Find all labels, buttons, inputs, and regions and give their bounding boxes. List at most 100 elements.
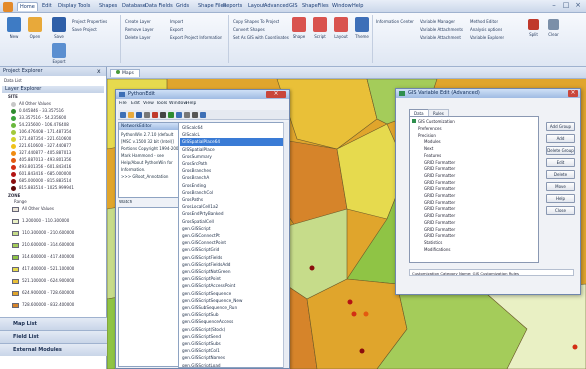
script-icon[interactable] — [313, 17, 327, 32]
shape-button-label[interactable]: Shape — [289, 34, 309, 39]
tree-item[interactable]: GRID Formatter — [424, 227, 534, 234]
create-layer-button[interactable]: Create Layer — [125, 19, 151, 24]
legend-item[interactable]: 54.235600 - 106.476408 — [19, 122, 105, 127]
variable-attachments-button[interactable]: Variable Attachments — [420, 27, 463, 32]
function-list-item[interactable]: gen.GISScriptLoad — [180, 362, 284, 367]
layout-button-label[interactable]: Layout — [331, 34, 351, 39]
variable-tree[interactable]: GIS Customization Preferences Precision Mo… — [409, 116, 539, 263]
convert-shapes-button[interactable]: Convert Shapes — [233, 27, 265, 32]
tree-item[interactable]: GRID Formatter — [424, 206, 534, 213]
menu-tab-shapes[interactable]: Shapes — [97, 2, 119, 11]
theme-button-label[interactable]: Theme — [352, 34, 372, 39]
legend-item[interactable]: All Other Values — [19, 101, 105, 106]
import-button[interactable]: Import — [170, 19, 183, 24]
editor-menu-view[interactable]: View — [143, 101, 154, 106]
toolbar-icon[interactable] — [144, 112, 150, 118]
script-button-label[interactable]: Script — [310, 34, 330, 39]
site-point[interactable] — [572, 344, 578, 350]
legend-item[interactable]: 685.000000 - 815.883514 — [19, 178, 105, 183]
menu-tab-gis[interactable]: GIS — [287, 2, 300, 11]
legend-item[interactable]: 521.100000 - 624.900000 — [22, 278, 105, 283]
export-icon[interactable] — [52, 43, 66, 58]
toolbar-icon[interactable] — [152, 112, 158, 118]
legend-item[interactable]: 314.600000 - 417.400000 — [22, 254, 105, 259]
menu-tab-tools[interactable]: Tools — [76, 2, 92, 11]
dialog-close-icon[interactable]: × — [568, 90, 578, 97]
clear-icon[interactable] — [548, 19, 559, 30]
tree-item[interactable]: Statistics — [424, 240, 534, 247]
export-button-label[interactable]: Export — [48, 59, 70, 64]
toolbar-icon[interactable] — [120, 112, 126, 118]
editor-menu-window[interactable]: Window — [169, 101, 187, 106]
menu-tab-help[interactable]: Help — [350, 2, 365, 11]
tree-item[interactable]: GRID Formatter — [424, 166, 534, 173]
variable-explorer-button[interactable]: Variable Explorer — [470, 35, 504, 40]
split-button-label[interactable]: Split — [525, 32, 542, 37]
tab-data[interactable]: Data — [409, 109, 429, 116]
dialog-button-add[interactable]: Add — [546, 134, 575, 143]
tree-item[interactable]: GRID Formatter — [424, 220, 534, 227]
site-point[interactable] — [309, 265, 315, 271]
save-icon[interactable] — [52, 17, 66, 32]
legend-item[interactable]: 0.045846 - 33.357516 — [19, 108, 105, 113]
app-logo-icon[interactable] — [3, 2, 13, 12]
tree-item[interactable]: GRID Formatter — [424, 186, 534, 193]
legend-item[interactable]: 210.600000 - 314.600000 — [22, 242, 105, 247]
tree-item[interactable]: GRID Formatter — [424, 233, 534, 240]
tree-item[interactable]: GRID Formatter — [424, 173, 534, 180]
toolbar-icon[interactable] — [128, 112, 134, 118]
legend-item[interactable]: 110.300000 - 210.600000 — [22, 230, 105, 235]
tree-item[interactable]: Modifications — [424, 247, 534, 254]
close-icon[interactable]: × — [572, 1, 584, 10]
legend-item[interactable]: 493.801356 - 601.843416 — [19, 164, 105, 169]
variable-attachment-button[interactable]: Variable Attachment — [420, 35, 461, 40]
site-point[interactable] — [347, 299, 353, 305]
export-button[interactable]: Export — [170, 27, 183, 32]
tree-item[interactable]: GRID Formatter — [424, 180, 534, 187]
legend-item[interactable]: 106.476408 - 171.487354 — [19, 129, 105, 134]
editor-close-icon[interactable]: × — [266, 91, 286, 98]
map-list-tab[interactable]: Map List — [0, 317, 107, 330]
tree-item[interactable]: GRID Formatter — [424, 200, 534, 207]
dialog-button-close[interactable]: Close — [546, 206, 575, 215]
editor-menu-file[interactable]: File — [119, 101, 127, 106]
theme-icon[interactable] — [355, 17, 369, 32]
external-modules-tab[interactable]: External Modules — [0, 343, 107, 356]
tree-item[interactable]: Preferences — [418, 126, 528, 133]
copy-shapes-button[interactable]: Copy Shapes To Project — [233, 19, 279, 24]
export-project-info-button[interactable]: Export Project Information — [170, 35, 222, 40]
editor-menu-edit[interactable]: Edit — [131, 101, 140, 106]
dialog-button-add-group[interactable]: Add Group — [546, 122, 575, 131]
menu-tab-edit[interactable]: Edit — [40, 2, 54, 11]
legend-item[interactable]: 624.900000 - 728.600000 — [22, 290, 105, 295]
menu-tab-grids[interactable]: Grids — [174, 2, 191, 11]
legend-item[interactable]: 728.600000 - 832.400000 — [22, 302, 105, 307]
dialog-button-edit[interactable]: Edit — [546, 158, 575, 167]
maps-doc-tab[interactable]: Maps — [110, 69, 140, 77]
field-list-tab[interactable]: Field List — [0, 330, 107, 343]
tab-rules[interactable]: Rules — [428, 109, 449, 116]
toolbar-icon[interactable] — [168, 112, 174, 118]
site-point[interactable] — [351, 311, 357, 317]
variable-manager-button[interactable]: Variable Manager — [420, 19, 455, 24]
pane-close-icon[interactable]: x — [97, 68, 101, 75]
analysis-options-button[interactable]: Analysis options — [470, 27, 502, 32]
dialog-button-delete[interactable]: Delete — [546, 170, 575, 179]
tree-item[interactable]: GRID Formatter — [424, 193, 534, 200]
tree-item[interactable]: Modules — [424, 139, 534, 146]
legend-item[interactable]: 327.440877 - 405.887013 — [19, 150, 105, 155]
remove-layer-button[interactable]: Remove Layer — [125, 27, 154, 32]
open-icon[interactable] — [28, 17, 42, 32]
tree-root[interactable]: Data List — [4, 78, 22, 83]
legend-item[interactable]: 1.200000 - 110.300000 — [22, 218, 105, 223]
tree-root-item[interactable]: GIS Customization — [412, 119, 455, 126]
legend-item[interactable]: 405.887013 - 493.801356 — [19, 157, 105, 162]
dialog-button-move[interactable]: Move — [546, 182, 575, 191]
editor-menu-help[interactable]: Help — [186, 101, 196, 106]
tree-item[interactable]: Features — [424, 153, 534, 160]
project-properties-button[interactable]: Project Properties — [72, 19, 107, 24]
legend-item[interactable]: All Other Values — [22, 206, 105, 211]
minimize-icon[interactable]: – — [548, 1, 560, 10]
menu-tab-reports[interactable]: Reports — [221, 2, 244, 11]
dialog-button-help[interactable]: Help — [546, 194, 575, 203]
